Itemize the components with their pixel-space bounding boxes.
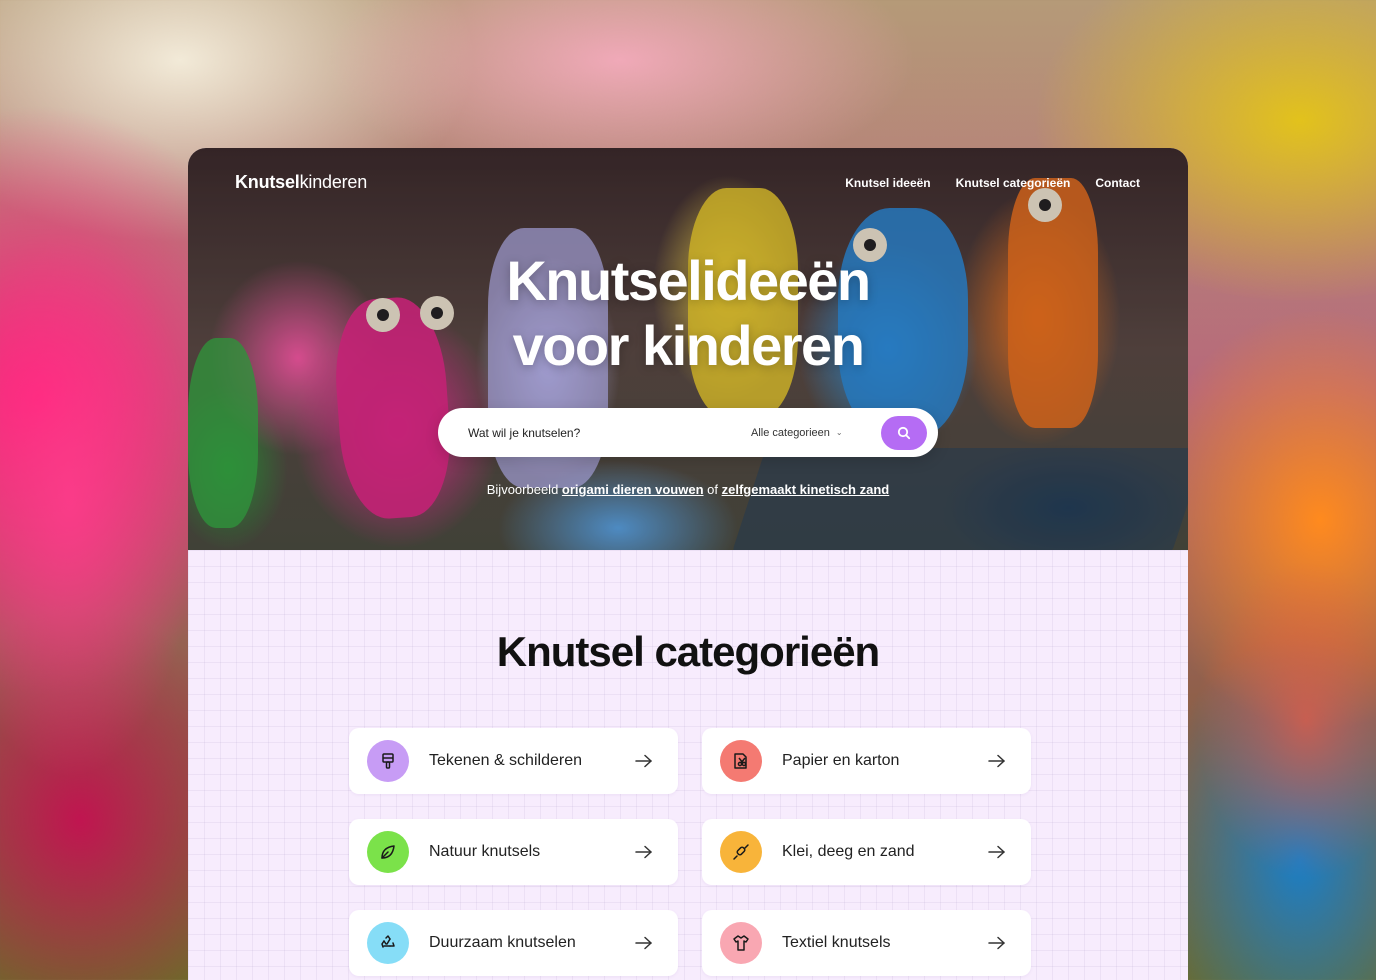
- leaf-icon: [367, 831, 409, 873]
- background-glow-right: [1196, 560, 1376, 880]
- category-card-natuur[interactable]: Natuur knutsels: [349, 819, 678, 885]
- search-bar: Alle categorieen ⌄: [438, 408, 938, 457]
- category-card-textiel[interactable]: Textiel knutsels: [702, 910, 1031, 976]
- hint-link-kinetisch-zand[interactable]: zelfgemaakt kinetisch zand: [722, 482, 890, 497]
- logo-bold-text: Knutsel: [235, 172, 300, 192]
- main-nav: Knutsel ideeën Knutsel categorieën Conta…: [845, 176, 1140, 190]
- category-dropdown[interactable]: Alle categorieen ⌄: [751, 427, 863, 439]
- hint-prefix: Bijvoorbeeld: [486, 482, 559, 497]
- nav-knutsel-categorieen[interactable]: Knutsel categorieën: [956, 176, 1071, 190]
- hint-middle: of: [707, 482, 718, 497]
- chevron-down-icon: ⌄: [835, 428, 843, 437]
- category-dropdown-value: Alle categorieen: [751, 426, 830, 439]
- logo-light-text: kinderen: [299, 172, 368, 192]
- search-input[interactable]: [468, 412, 738, 453]
- arrow-right-icon: [635, 754, 652, 768]
- website-preview: Knutselkinderen Knutsel ideeën Knutsel c…: [188, 148, 1188, 980]
- categories-grid: Tekenen & schilderen Papier en karton Na…: [349, 728, 1031, 976]
- hero-section: Knutselkinderen Knutsel ideeën Knutsel c…: [188, 148, 1188, 550]
- nav-contact[interactable]: Contact: [1095, 176, 1140, 190]
- category-card-klei[interactable]: Klei, deeg en zand: [702, 819, 1031, 885]
- recycle-icon: [367, 922, 409, 964]
- search-hint: Bijvoorbeeld origami dieren vouwen of ze…: [188, 482, 1188, 497]
- category-label: Papier en karton: [782, 752, 900, 769]
- category-label: Duurzaam knutselen: [429, 934, 576, 951]
- category-card-papier[interactable]: Papier en karton: [702, 728, 1031, 794]
- tshirt-icon: [720, 922, 762, 964]
- category-label: Textiel knutsels: [782, 934, 891, 951]
- paper-scissors-icon: [720, 740, 762, 782]
- arrow-right-icon: [635, 845, 652, 859]
- site-logo[interactable]: Knutselkinderen: [235, 172, 367, 193]
- category-card-tekenen[interactable]: Tekenen & schilderen: [349, 728, 678, 794]
- arrow-right-icon: [988, 936, 1005, 950]
- category-card-duurzaam[interactable]: Duurzaam knutselen: [349, 910, 678, 976]
- hero-title-line1: Knutselideeën: [506, 249, 871, 312]
- rolling-pin-icon: [720, 831, 762, 873]
- paint-brush-icon: [367, 740, 409, 782]
- category-label: Klei, deeg en zand: [782, 843, 915, 860]
- background-glow-left: [0, 220, 200, 780]
- hero-title-line2: voor kinderen: [512, 314, 865, 377]
- hint-link-origami[interactable]: origami dieren vouwen: [562, 482, 704, 497]
- categories-section: Knutsel categorieën Tekenen & schilderen: [188, 550, 1188, 980]
- search-button[interactable]: [881, 415, 927, 450]
- nav-knutsel-ideeen[interactable]: Knutsel ideeën: [845, 176, 930, 190]
- categories-title: Knutsel categorieën: [496, 628, 880, 675]
- arrow-right-icon: [988, 754, 1005, 768]
- arrow-right-icon: [635, 936, 652, 950]
- category-label: Natuur knutsels: [429, 843, 541, 860]
- arrow-right-icon: [988, 845, 1005, 859]
- category-label: Tekenen & schilderen: [429, 752, 582, 769]
- search-icon: [897, 426, 911, 439]
